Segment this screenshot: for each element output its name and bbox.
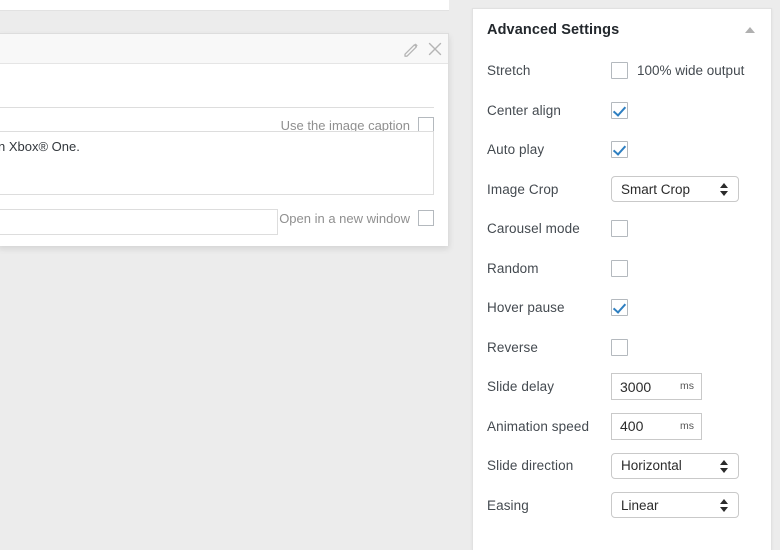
- modal-header: [0, 34, 448, 64]
- modal-divider: [0, 107, 434, 108]
- setting-label-animation-speed: Animation speed: [487, 418, 590, 434]
- checkbox-hover-pause[interactable]: [611, 299, 628, 317]
- select-arrows-icon: [720, 181, 729, 199]
- setting-row-random: Random: [473, 249, 771, 289]
- setting-control-reverse: [611, 338, 757, 356]
- open-new-window-label: Open in a new window: [279, 210, 410, 226]
- setting-control-hover-pause: [611, 299, 757, 317]
- checkbox-reverse[interactable]: [611, 338, 628, 356]
- select-image-crop[interactable]: Smart Crop: [611, 176, 739, 203]
- open-in-new-window-checkbox[interactable]: [418, 210, 434, 226]
- input-unit-animation-speed: ms: [680, 419, 694, 432]
- setting-label-slide-delay: Slide delay: [487, 379, 555, 395]
- setting-label-hover-pause: Hover pause: [487, 300, 565, 316]
- setting-control-stretch: 100% wide output: [611, 62, 757, 80]
- setting-control-image-crop: Smart Crop: [611, 176, 757, 203]
- caption-text: n Xbox® One.: [0, 139, 80, 154]
- caption-textarea[interactable]: n Xbox® One.: [0, 131, 434, 195]
- setting-row-carousel-mode: Carousel mode: [473, 209, 771, 249]
- select-arrows-icon: [720, 497, 729, 515]
- image-details-modal: Use the image caption n Xbox® One. Open …: [0, 33, 449, 246]
- input-unit-slide-delay: ms: [680, 380, 694, 393]
- link-url-input[interactable]: [0, 209, 278, 235]
- setting-label-stretch: Stretch: [487, 63, 531, 79]
- setting-control-animation-speed: 400 ms: [611, 412, 757, 440]
- settings-list: Stretch 100% wide output Center align Auto …: [473, 51, 771, 525]
- select-slide-direction[interactable]: Horizontal: [611, 452, 739, 479]
- select-easing[interactable]: Linear: [611, 492, 739, 519]
- setting-label-auto-play: Auto play: [487, 142, 545, 158]
- checkbox-carousel-mode[interactable]: [611, 220, 628, 238]
- input-animation-speed[interactable]: 400 ms: [611, 412, 702, 440]
- checkbox-stretch[interactable]: [611, 62, 628, 80]
- checkbox-random[interactable]: [611, 259, 628, 277]
- setting-row-center-align: Center align: [473, 91, 771, 131]
- setting-label-reverse: Reverse: [487, 339, 538, 355]
- setting-row-auto-play: Auto play: [473, 130, 771, 170]
- checkbox-center-align[interactable]: [611, 101, 628, 119]
- setting-row-hover-pause: Hover pause: [473, 288, 771, 328]
- advanced-settings-panel: Advanced Settings Stretch 100% wide outpu…: [472, 8, 772, 550]
- setting-row-slide-direction: Slide direction Horizontal: [473, 446, 771, 486]
- input-value-slide-delay: 3000: [620, 378, 652, 395]
- checkbox-auto-play[interactable]: [611, 141, 628, 159]
- modal-body: Use the image caption n Xbox® One. Open …: [0, 64, 448, 246]
- setting-label-center-align: Center align: [487, 102, 561, 118]
- input-slide-delay[interactable]: 3000 ms: [611, 373, 702, 401]
- setting-control-slide-delay: 3000 ms: [611, 373, 757, 401]
- setting-control-random: [611, 259, 757, 277]
- page-background-strip: [0, 0, 449, 11]
- setting-row-reverse: Reverse: [473, 328, 771, 368]
- select-arrows-icon: [720, 458, 729, 476]
- setting-control-slide-direction: Horizontal: [611, 452, 757, 479]
- advanced-settings-header: Advanced Settings: [473, 9, 771, 51]
- setting-control-auto-play: [611, 141, 757, 159]
- setting-control-center-align: [611, 101, 757, 119]
- select-value-image-crop: Smart Crop: [621, 181, 691, 197]
- setting-label-easing: Easing: [487, 497, 529, 513]
- setting-label-carousel-mode: Carousel mode: [487, 221, 580, 237]
- page-title: Advanced Settings: [487, 22, 620, 38]
- select-value-slide-direction: Horizontal: [621, 458, 682, 474]
- setting-row-image-crop: Image Crop Smart Crop: [473, 170, 771, 210]
- close-icon[interactable]: [424, 38, 446, 60]
- setting-label-slide-direction: Slide direction: [487, 458, 574, 474]
- setting-control-easing: Linear: [611, 492, 757, 519]
- setting-label-random: Random: [487, 260, 539, 276]
- pencil-icon[interactable]: [400, 38, 422, 60]
- setting-control-carousel-mode: [611, 220, 757, 238]
- checkbox-caption-stretch: 100% wide output: [637, 63, 745, 79]
- input-value-animation-speed: 400: [620, 418, 644, 435]
- setting-row-stretch: Stretch 100% wide output: [473, 51, 771, 91]
- select-value-easing: Linear: [621, 497, 659, 513]
- setting-row-easing: Easing Linear: [473, 486, 771, 526]
- setting-label-image-crop: Image Crop: [487, 181, 559, 197]
- chevron-up-icon[interactable]: [743, 24, 757, 36]
- setting-row-slide-delay: Slide delay 3000 ms: [473, 367, 771, 407]
- setting-row-animation-speed: Animation speed 400 ms: [473, 407, 771, 447]
